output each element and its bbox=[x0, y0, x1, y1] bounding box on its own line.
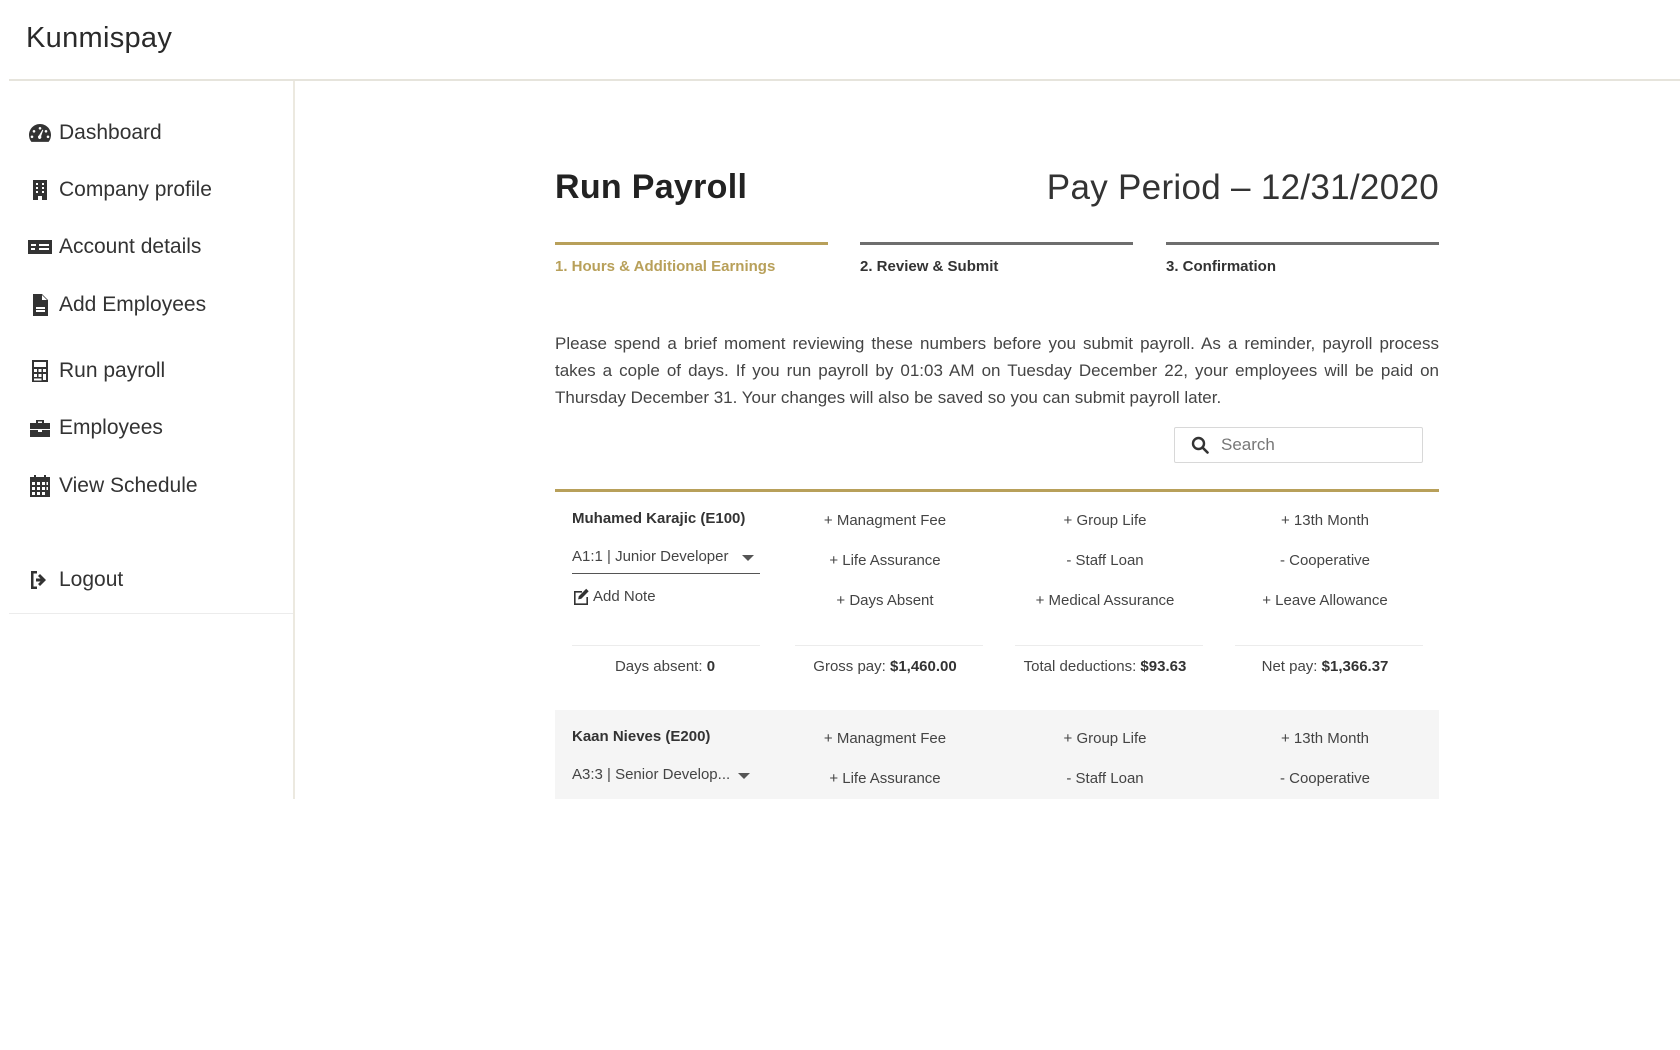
briefcase-icon bbox=[30, 420, 50, 437]
gross-pay-summary: Gross pay: $1,460.00 bbox=[775, 658, 995, 675]
dashboard-icon bbox=[29, 124, 51, 142]
net-pay-label: Net pay: bbox=[1261, 658, 1318, 675]
sidebar-item-employees[interactable]: Employees bbox=[28, 413, 163, 443]
money-check-icon bbox=[28, 240, 52, 254]
sidebar-item-label: Company profile bbox=[59, 178, 212, 201]
intro-text: Please spend a brief moment reviewing th… bbox=[555, 334, 1439, 407]
summary-divider bbox=[1015, 645, 1203, 646]
earning-days-absent[interactable]: + Days Absent bbox=[785, 592, 985, 609]
role-select[interactable]: A3:3 | Senior Develop... bbox=[572, 766, 760, 792]
page-title: Run Payroll bbox=[555, 168, 748, 206]
earning-life-assurance[interactable]: + Life Assurance bbox=[785, 770, 985, 787]
employee-row: Muhamed Karajic (E100) A1:1 | Junior Dev… bbox=[555, 492, 1439, 710]
caret-down-icon bbox=[738, 773, 750, 779]
summary-divider bbox=[1235, 645, 1423, 646]
sidebar-item-logout[interactable]: Logout bbox=[28, 565, 123, 595]
stepper: 1. Hours & Additional Earnings 2. Review… bbox=[555, 242, 1439, 282]
add-note-label: Add Note bbox=[593, 588, 656, 605]
building-icon bbox=[33, 180, 47, 200]
earning-group-life[interactable]: + Group Life bbox=[1005, 730, 1205, 747]
brand-name[interactable]: Kunmispay bbox=[26, 22, 172, 55]
summary-divider bbox=[572, 645, 760, 646]
step-label: 2. Review & Submit bbox=[860, 258, 999, 275]
sidebar-item-view-schedule[interactable]: View Schedule bbox=[28, 471, 198, 501]
deduction-staff-loan[interactable]: - Staff Loan bbox=[1005, 552, 1205, 569]
employee-name: Kaan Nieves (E200) bbox=[572, 728, 711, 745]
calculator-icon bbox=[32, 360, 48, 382]
earning-leave-allowance[interactable]: + Leave Allowance bbox=[1225, 592, 1425, 609]
days-absent-label: Days absent: bbox=[614, 658, 703, 675]
employee-name: Muhamed Karajic (E100) bbox=[572, 510, 746, 527]
sidebar-item-label: Employees bbox=[59, 416, 163, 439]
search-box[interactable] bbox=[1174, 427, 1423, 463]
sidebar-divider bbox=[9, 613, 294, 614]
employee-row: Kaan Nieves (E200) A3:3 | Senior Develop… bbox=[555, 710, 1439, 799]
role-value: A3:3 | Senior Develop... bbox=[572, 766, 731, 783]
pay-period: Pay Period – 12/31/2020 bbox=[1046, 168, 1439, 207]
sidebar-item-company-profile[interactable]: Company profile bbox=[28, 175, 212, 205]
sidebar-item-dashboard[interactable]: Dashboard bbox=[28, 118, 162, 148]
earning-managment-fee[interactable]: + Managment Fee bbox=[785, 730, 985, 747]
sidebar-item-run-payroll[interactable]: Run payroll bbox=[28, 356, 165, 386]
sign-out-icon bbox=[31, 571, 46, 589]
search-input[interactable] bbox=[1221, 435, 1411, 455]
add-note-button[interactable]: Add Note bbox=[572, 588, 656, 605]
deduction-cooperative[interactable]: - Cooperative bbox=[1225, 552, 1425, 569]
edit-icon bbox=[574, 588, 589, 605]
csv-file-icon bbox=[33, 294, 48, 316]
sidebar-item-label: Logout bbox=[59, 568, 124, 591]
step-bar bbox=[1166, 242, 1439, 245]
step-confirmation[interactable]: 3. Confirmation bbox=[1166, 242, 1439, 275]
earning-13th-month[interactable]: + 13th Month bbox=[1225, 730, 1425, 747]
deduction-cooperative[interactable]: - Cooperative bbox=[1225, 770, 1425, 787]
earning-managment-fee[interactable]: + Managment Fee bbox=[785, 512, 985, 529]
role-value: A1:1 | Junior Developer bbox=[572, 548, 729, 565]
role-select[interactable]: A1:1 | Junior Developer bbox=[572, 548, 760, 574]
step-label: 1. Hours & Additional Earnings bbox=[555, 258, 776, 275]
sidebar-item-label: Account details bbox=[59, 235, 202, 258]
sidebar-item-add-employees[interactable]: Add Employees bbox=[28, 290, 206, 320]
total-deductions-value: $93.63 bbox=[1140, 658, 1187, 675]
days-absent-value: 0 bbox=[706, 658, 716, 675]
total-deductions-label: Total deductions: bbox=[1023, 658, 1137, 675]
days-absent-summary: Days absent: 0 bbox=[555, 658, 775, 675]
sidebar-border bbox=[293, 81, 295, 799]
caret-down-icon bbox=[742, 555, 754, 561]
gross-pay-label: Gross pay: bbox=[813, 658, 886, 675]
earning-life-assurance[interactable]: + Life Assurance bbox=[785, 552, 985, 569]
sidebar-item-label: Dashboard bbox=[59, 121, 162, 144]
sidebar-item-label: Run payroll bbox=[59, 359, 166, 382]
search-icon bbox=[1191, 436, 1209, 454]
calendar-icon bbox=[30, 475, 50, 497]
earning-medical-assurance[interactable]: + Medical Assurance bbox=[1005, 592, 1205, 609]
sidebar-item-account-details[interactable]: Account details bbox=[28, 232, 201, 262]
deduction-staff-loan[interactable]: - Staff Loan bbox=[1005, 770, 1205, 787]
step-hours-earnings[interactable]: 1. Hours & Additional Earnings bbox=[555, 242, 828, 275]
sidebar-item-label: View Schedule bbox=[59, 474, 198, 497]
earning-group-life[interactable]: + Group Life bbox=[1005, 512, 1205, 529]
earning-13th-month[interactable]: + 13th Month bbox=[1225, 512, 1425, 529]
net-pay-value: $1,366.37 bbox=[1321, 658, 1389, 675]
step-label: 3. Confirmation bbox=[1166, 258, 1277, 275]
net-pay-summary: Net pay: $1,366.37 bbox=[1215, 658, 1435, 675]
gross-pay-value: $1,460.00 bbox=[889, 658, 957, 675]
total-deductions-summary: Total deductions: $93.63 bbox=[995, 658, 1215, 675]
step-bar bbox=[555, 242, 828, 245]
summary-divider bbox=[795, 645, 983, 646]
step-bar bbox=[860, 242, 1133, 245]
step-review-submit[interactable]: 2. Review & Submit bbox=[860, 242, 1133, 275]
main-content: Run Payroll Pay Period – 12/31/2020 1. H… bbox=[555, 150, 1439, 799]
sidebar-item-label: Add Employees bbox=[59, 293, 207, 316]
top-bar: Kunmispay bbox=[0, 0, 1680, 81]
sidebar: Dashboard Company profile Account detail… bbox=[0, 81, 295, 799]
